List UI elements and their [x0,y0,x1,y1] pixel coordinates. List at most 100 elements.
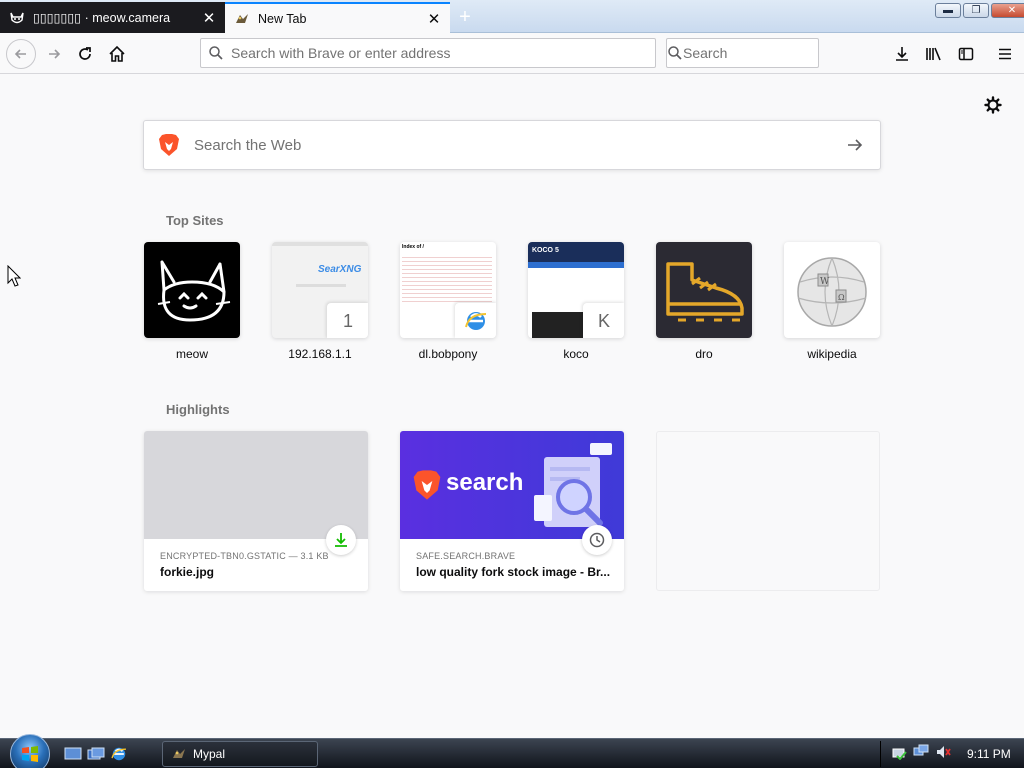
home-icon [109,45,125,62]
gear-icon [984,96,1002,114]
volume-muted-icon[interactable] [935,744,951,765]
system-tray: 9:11 PM [880,741,1024,767]
search-icon [201,45,231,61]
back-button[interactable] [6,39,36,69]
highlight-card-brave-search[interactable]: search SAFE.SEARCH.BRAVE low quality for… [400,431,624,591]
download-icon [896,47,908,61]
new-tab-button[interactable]: + [452,5,478,29]
download-icon [326,525,356,555]
site-label: 192.168.1.1 [288,347,352,361]
network-icon[interactable] [913,744,929,765]
mypal-favicon-icon [234,11,250,27]
address-bar[interactable] [200,38,656,68]
web-search-input[interactable] [194,136,830,154]
koco-thumb-text: KOCO 5 [532,247,559,254]
site-badge: 1 [327,303,368,338]
navigation-toolbar [0,34,1024,74]
sidebar-icon [958,47,974,61]
top-site-meow[interactable]: meow [144,242,240,361]
back-arrow-icon [14,49,26,59]
site-thumbnail: SearXNG 1 [272,242,368,338]
tab-title: ▯▯▯▯▯▯▯ · meow.camera [33,11,171,25]
forward-button[interactable] [40,40,68,68]
top-site-dro[interactable]: dro [656,242,752,361]
wikipedia-globe-icon: W Ω [797,257,867,327]
clock-icon [582,525,612,555]
taskbar-button-label: Mypal [193,747,226,761]
svg-text:W: W [820,277,830,287]
searxng-thumb-text: SearXNG [318,264,362,275]
site-label: koco [563,347,589,361]
forward-arrow-icon [49,49,61,59]
tab-new-tab[interactable]: New Tab ✕ [225,2,450,33]
top-site-koco[interactable]: KOCO 5 K koco [528,242,624,361]
safely-remove-hardware-icon[interactable] [891,744,907,765]
site-badge: K [583,303,624,338]
top-site-wikipedia[interactable]: W Ω wikipedia [784,242,880,361]
tab-strip: ▯▯▯▯▯▯▯ · meow.camera ✕ New Tab ✕ + ▬ ❐ … [0,0,1024,33]
newtab-settings-button[interactable] [982,94,1004,116]
internet-explorer-icon[interactable] [110,746,128,762]
windows-taskbar: Mypal 9:11 PM [0,734,1024,768]
tab-close-icon[interactable]: ✕ [199,8,219,28]
cat-favicon-icon [9,10,25,26]
show-desktop-icon[interactable] [64,746,82,762]
window-controls: ▬ ❐ ✕ [935,3,1024,18]
web-search-box[interactable] [143,120,881,170]
brave-search-banner: search [400,431,624,539]
site-label: wikipedia [807,347,857,361]
hamburger-menu-icon [999,48,1011,60]
clock[interactable]: 9:11 PM [967,747,1011,761]
highlights-heading: Highlights [166,402,230,417]
highlight-card-forkie[interactable]: ENCRYPTED-TBN0.GSTATIC — 3.1 KB forkie.j… [144,431,368,591]
highlight-meta: ENCRYPTED-TBN0.GSTATIC — 3.1 KB [160,551,329,561]
downloads-button[interactable] [888,40,916,68]
search-submit-arrow-icon[interactable] [830,137,880,153]
shoe-logo-icon [666,262,744,322]
sidebar-button[interactable] [952,40,980,68]
top-site-bobpony[interactable]: Index of / dl.bobpony [400,242,496,361]
site-thumbnail: KOCO 5 K [528,242,624,338]
reload-button[interactable] [71,40,99,68]
maximize-button[interactable]: ❐ [963,3,989,18]
highlight-title: low quality fork stock image - Br... [416,565,611,579]
site-thumbnail: Index of / [400,242,496,338]
search-icon [667,45,683,61]
mypal-icon [173,749,185,758]
site-label: meow [175,347,208,361]
tab-title: New Tab [258,11,307,26]
index-thumb-text: Index of / [402,244,424,250]
library-button[interactable] [920,40,948,68]
tab-close-icon[interactable]: ✕ [424,9,444,29]
banner-search-text: search [446,469,524,496]
windows-logo-icon [22,746,38,762]
svg-text:Ω: Ω [838,293,845,302]
cat-doodle-icon [157,260,231,322]
menu-button[interactable] [991,40,1019,68]
site-label: dl.bobpony [418,347,478,361]
highlight-empty-slot [656,431,880,591]
close-window-button[interactable]: ✕ [991,3,1024,18]
magnifier-illustration-icon [534,443,612,527]
library-icon [926,47,941,61]
minimize-button[interactable]: ▬ [935,3,961,18]
home-button[interactable] [103,40,131,68]
top-sites-heading: Top Sites [166,213,224,228]
site-thumbnail [144,242,240,338]
top-site-router[interactable]: SearXNG 1 192.168.1.1 [272,242,368,361]
tab-meow-camera[interactable]: ▯▯▯▯▯▯▯ · meow.camera ✕ [0,2,225,33]
site-thumbnail: W Ω [784,242,880,338]
reload-icon [79,47,91,60]
site-thumbnail [656,242,752,338]
mouse-cursor-icon [7,265,21,287]
address-input[interactable] [231,45,655,61]
highlight-title: forkie.jpg [160,565,215,579]
internet-explorer-icon [455,303,496,338]
start-button[interactable] [10,734,50,768]
search-input[interactable] [683,45,864,61]
switch-windows-icon[interactable] [87,746,105,762]
taskbar-button-mypal[interactable]: Mypal [162,741,318,767]
search-bar[interactable] [666,38,864,68]
site-label: dro [695,347,713,361]
highlight-image-placeholder [144,431,368,539]
